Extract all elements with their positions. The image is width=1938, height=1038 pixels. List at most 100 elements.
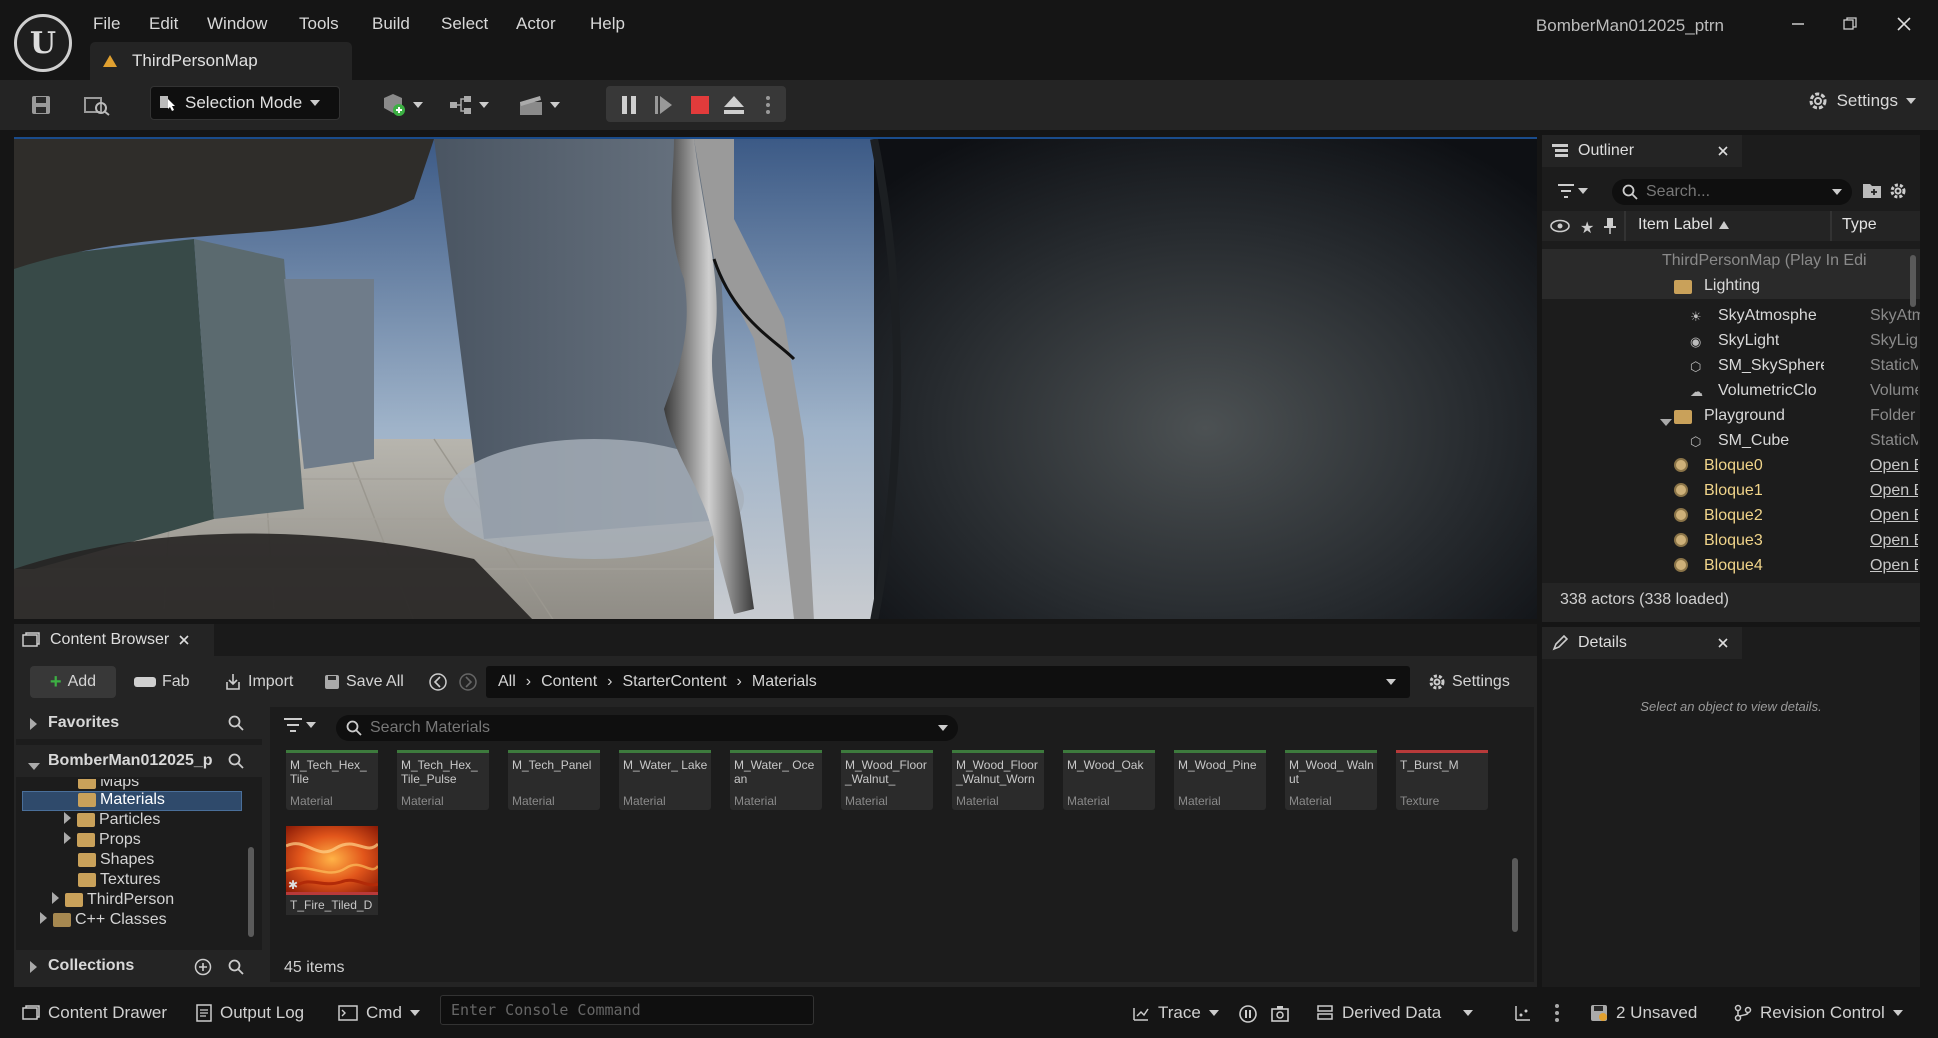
outliner-row[interactable]: Bloque1 Open Blo <box>1542 479 1920 504</box>
outliner-scrollbar[interactable] <box>1910 255 1916 307</box>
pause-icon[interactable] <box>616 88 642 122</box>
cinematics-button[interactable] <box>514 88 564 122</box>
menu-build[interactable]: Build <box>372 14 410 36</box>
blueprint-button[interactable] <box>444 88 494 122</box>
revision-control-dropdown[interactable]: Revision Control <box>1734 998 1903 1028</box>
asset-tile[interactable]: M_Tech_Hex_ Tile_Pulse Material <box>397 750 489 810</box>
outliner-tab[interactable]: Outliner <box>1542 135 1742 167</box>
texture-asset-name[interactable]: T_Fire_Tiled_D <box>290 898 372 912</box>
asset-tile[interactable]: M_Water_ Ocean Material <box>730 750 822 810</box>
save-icon[interactable] <box>26 88 56 122</box>
close-icon[interactable] <box>1718 146 1728 156</box>
expand-arrow-icon[interactable] <box>52 892 59 904</box>
browse-icon[interactable] <box>80 88 114 122</box>
close-icon[interactable] <box>1718 638 1728 648</box>
details-tab[interactable]: Details <box>1542 627 1742 659</box>
more-options-icon[interactable] <box>758 88 778 122</box>
asset-scrollbar[interactable] <box>1512 858 1518 932</box>
outliner-row[interactable]: ThirdPersonMap (Play In Edi <box>1542 249 1920 274</box>
menu-help[interactable]: Help <box>590 14 625 36</box>
asset-search-input[interactable]: Search Materials <box>370 719 930 737</box>
search-icon[interactable] <box>228 959 244 975</box>
expand-arrow-icon[interactable] <box>30 960 37 978</box>
open-blueprint-link[interactable]: Open Blo <box>1870 507 1918 525</box>
unsaved-button[interactable]: 2 Unsaved <box>1590 998 1697 1028</box>
breadcrumb-all[interactable]: All <box>498 673 516 691</box>
level-tab[interactable]: ThirdPersonMap <box>90 42 352 80</box>
outliner-row[interactable]: Bloque4 Open Blo <box>1542 554 1920 579</box>
menu-window[interactable]: Window <box>207 14 267 36</box>
menu-actor[interactable]: Actor <box>516 14 556 36</box>
outliner-row[interactable]: ◉ SkyLight SkyLight <box>1542 329 1920 354</box>
outliner-filter-button[interactable] <box>1558 179 1588 203</box>
trace-dropdown[interactable]: Trace <box>1132 998 1219 1028</box>
search-icon[interactable] <box>228 715 244 731</box>
outliner-row[interactable]: Lighting <box>1542 274 1920 299</box>
menu-tools[interactable]: Tools <box>299 14 339 36</box>
add-collection-icon[interactable] <box>194 958 212 976</box>
restore-button[interactable] <box>1832 10 1868 38</box>
star-icon[interactable]: ★ <box>1580 218 1594 238</box>
outliner-row[interactable]: Bloque2 Open Blo <box>1542 504 1920 529</box>
menu-select[interactable]: Select <box>441 14 488 36</box>
tree-item-particles[interactable]: Particles <box>64 811 160 831</box>
content-drawer-button[interactable]: Content Drawer <box>22 998 167 1028</box>
derived-data-dropdown[interactable]: Derived Data <box>1316 998 1474 1028</box>
expand-arrow-icon[interactable] <box>40 912 47 924</box>
back-arrow-icon[interactable] <box>428 672 448 692</box>
pin-icon[interactable] <box>1604 217 1616 235</box>
tree-item-materials[interactable]: Materials <box>78 791 165 811</box>
import-button[interactable]: Import <box>224 666 293 698</box>
record-icon[interactable] <box>1238 1004 1258 1024</box>
item-label-column[interactable]: Item Label <box>1638 216 1729 234</box>
fire-texture-thumbnail[interactable] <box>286 826 378 892</box>
save-all-button[interactable]: Save All <box>324 666 404 698</box>
minimize-button[interactable] <box>1780 10 1816 38</box>
menu-edit[interactable]: Edit <box>149 14 178 36</box>
toolbar-settings-button[interactable]: Settings <box>1807 90 1916 112</box>
outliner-row[interactable]: Bloque0 Open Blo <box>1542 454 1920 479</box>
breadcrumb-materials[interactable]: Materials <box>752 673 817 691</box>
step-icon[interactable] <box>650 88 678 122</box>
collapse-arrow-icon[interactable] <box>28 757 40 775</box>
asset-search[interactable]: Search Materials <box>336 715 958 741</box>
tree-item-shapes[interactable]: Shapes <box>78 851 154 871</box>
search-icon[interactable] <box>228 753 244 769</box>
expand-arrow-icon[interactable] <box>30 717 37 735</box>
outliner-search[interactable]: Search... <box>1612 179 1852 205</box>
asset-tile[interactable]: M_Wood_Oak Material <box>1063 750 1155 810</box>
outliner-row[interactable]: ⬡ SM_Cube StaticMe <box>1542 429 1920 454</box>
tree-item-thirdperson[interactable]: ThirdPerson <box>52 891 174 911</box>
asset-tile[interactable]: M_Tech_Hex_ Tile Material <box>286 750 378 810</box>
gear-icon[interactable] <box>1888 181 1908 201</box>
source-control-icon[interactable] <box>1514 1004 1532 1022</box>
unreal-logo[interactable]: U <box>14 14 72 72</box>
asset-tile[interactable]: M_Wood_Pine Material <box>1174 750 1266 810</box>
close-icon[interactable] <box>179 635 189 645</box>
more-options-icon[interactable] <box>1554 1003 1560 1023</box>
outliner-row[interactable]: Playground Folder <box>1542 404 1920 429</box>
tree-item-cpp-classes[interactable]: C++ Classes <box>40 911 167 931</box>
screenshot-icon[interactable] <box>1270 1004 1290 1024</box>
expand-arrow-icon[interactable] <box>64 832 71 844</box>
eject-icon[interactable] <box>720 88 748 122</box>
open-blueprint-link[interactable]: Open Blo <box>1870 557 1918 575</box>
type-column[interactable]: Type <box>1842 216 1877 234</box>
breadcrumb-startercontent[interactable]: StarterContent <box>622 673 726 691</box>
fab-button[interactable]: Fab <box>134 666 190 698</box>
tree-item-textures[interactable]: Textures <box>78 871 160 891</box>
outliner-row[interactable]: ☁ VolumetricClo Volumetr <box>1542 379 1920 404</box>
tree-item-props[interactable]: Props <box>64 831 141 851</box>
add-button[interactable]: + Add <box>30 666 116 698</box>
menu-file[interactable]: File <box>93 14 120 36</box>
asset-tile[interactable]: M_Wood_Floor _Walnut_ Material <box>841 750 933 810</box>
cmd-dropdown[interactable]: Cmd <box>338 998 420 1028</box>
tree-scrollbar[interactable] <box>248 847 254 937</box>
breadcrumb-content[interactable]: Content <box>541 673 597 691</box>
open-blueprint-link[interactable]: Open Blo <box>1870 457 1918 475</box>
console-input[interactable]: Enter Console Command <box>440 995 814 1025</box>
outliner-row[interactable]: ⬡ SM_SkySphere StaticMe <box>1542 354 1920 379</box>
selection-mode-dropdown[interactable]: Selection Mode <box>150 86 340 120</box>
open-blueprint-link[interactable]: Open Blo <box>1870 482 1918 500</box>
level-viewport[interactable] <box>14 137 1537 619</box>
